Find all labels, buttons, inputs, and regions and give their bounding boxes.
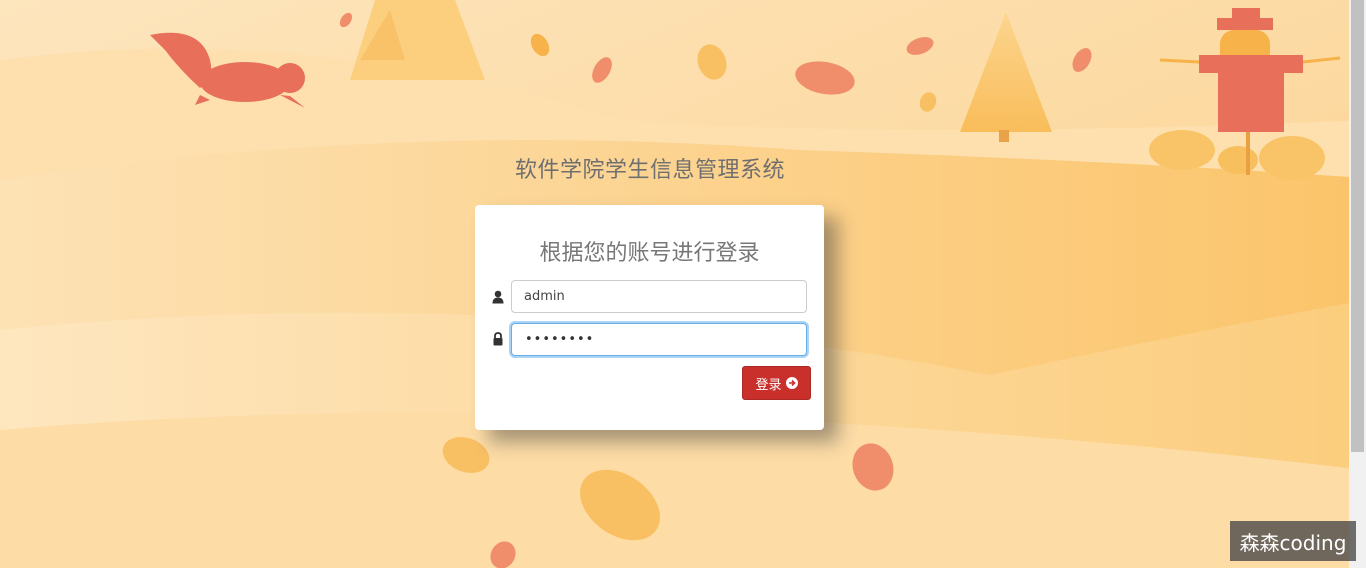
lock-icon: [493, 332, 503, 346]
login-heading: 根据您的账号进行登录: [539, 241, 760, 266]
login-button-label: 登录: [755, 377, 782, 393]
username-value: admin: [524, 289, 565, 304]
arrow-circle-right-icon: [785, 377, 798, 389]
login-button[interactable]: 登录: [742, 366, 811, 400]
username-field[interactable]: admin: [511, 280, 807, 313]
password-field[interactable]: ••••••••: [511, 323, 807, 356]
login-card: 根据您的账号进行登录 admin •••••••• 登录: [475, 205, 824, 430]
watermark: 森森coding: [1230, 521, 1356, 561]
system-title: 软件学院学生信息管理系统: [514, 158, 785, 183]
user-icon: [492, 290, 504, 304]
vertical-scrollbar[interactable]: [1349, 0, 1366, 568]
scrollbar-thumb[interactable]: [1351, 0, 1364, 452]
password-mask: ••••••••: [525, 332, 595, 347]
